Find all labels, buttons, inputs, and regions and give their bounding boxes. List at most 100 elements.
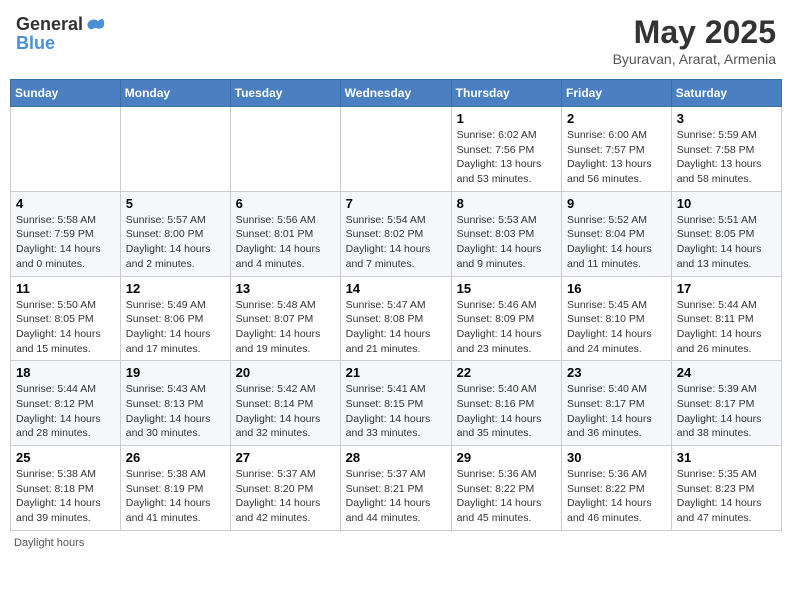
weekday-header-row: SundayMondayTuesdayWednesdayThursdayFrid…	[11, 80, 782, 107]
day-info: Sunrise: 5:44 AM Sunset: 8:12 PM Dayligh…	[16, 382, 115, 441]
day-number: 10	[677, 196, 776, 211]
day-info: Sunrise: 6:00 AM Sunset: 7:57 PM Dayligh…	[567, 128, 666, 187]
day-number: 5	[126, 196, 225, 211]
calendar-cell: 2 Sunrise: 6:00 AM Sunset: 7:57 PM Daylig…	[562, 107, 672, 192]
calendar-cell: 3Sunrise: 5:59 AM Sunset: 7:58 PM Daylig…	[671, 107, 781, 192]
logo-bird-icon	[85, 14, 105, 34]
calendar-cell	[11, 107, 121, 192]
day-number: 1	[457, 111, 556, 126]
calendar-cell	[340, 107, 451, 192]
day-info: Sunrise: 5:49 AM Sunset: 8:06 PM Dayligh…	[126, 298, 225, 357]
calendar-cell: 13 Sunrise: 5:48 AM Sunset: 8:07 PM Dayli…	[230, 276, 340, 361]
title-section: May 2025 Byuravan, Ararat, Armenia	[613, 14, 776, 67]
day-number: 9	[567, 196, 666, 211]
calendar-table: SundayMondayTuesdayWednesdayThursdayFrid…	[10, 79, 782, 531]
calendar-cell: 4 Sunrise: 5:58 AM Sunset: 7:59 PM Daylig…	[11, 191, 121, 276]
day-info: Sunrise: 5:59 AM Sunset: 7:58 PM Dayligh…	[677, 128, 776, 187]
day-number: 22	[457, 365, 556, 380]
day-number: 27	[236, 450, 335, 465]
calendar-cell: 8 Sunrise: 5:53 AM Sunset: 8:03 PM Daylig…	[451, 191, 561, 276]
day-number: 31	[677, 450, 776, 465]
calendar-cell: 19Sunrise: 5:43 AM Sunset: 8:13 PM Dayli…	[120, 361, 230, 446]
day-number: 30	[567, 450, 666, 465]
day-info: Sunrise: 5:51 AM Sunset: 8:05 PM Dayligh…	[677, 213, 776, 272]
day-number: 25	[16, 450, 115, 465]
calendar-cell: 5Sunrise: 5:57 AM Sunset: 8:00 PM Daylig…	[120, 191, 230, 276]
location-title: Byuravan, Ararat, Armenia	[613, 51, 776, 67]
calendar-cell: 15 Sunrise: 5:46 AM Sunset: 8:09 PM Dayli…	[451, 276, 561, 361]
day-number: 19	[126, 365, 225, 380]
day-info: Sunrise: 5:58 AM Sunset: 7:59 PM Dayligh…	[16, 213, 115, 272]
day-info: Sunrise: 5:52 AM Sunset: 8:04 PM Dayligh…	[567, 213, 666, 272]
day-info: Sunrise: 5:46 AM Sunset: 8:09 PM Dayligh…	[457, 298, 556, 357]
weekday-header-cell: Friday	[562, 80, 672, 107]
logo-general: General	[16, 15, 83, 33]
day-info: Sunrise: 5:39 AM Sunset: 8:17 PM Dayligh…	[677, 382, 776, 441]
day-info: Sunrise: 6:02 AM Sunset: 7:56 PM Dayligh…	[457, 128, 556, 187]
day-info: Sunrise: 5:56 AM Sunset: 8:01 PM Dayligh…	[236, 213, 335, 272]
day-info: Sunrise: 5:44 AM Sunset: 8:11 PM Dayligh…	[677, 298, 776, 357]
day-info: Sunrise: 5:38 AM Sunset: 8:19 PM Dayligh…	[126, 467, 225, 526]
calendar-cell: 24 Sunrise: 5:39 AM Sunset: 8:17 PM Dayli…	[671, 361, 781, 446]
calendar-cell	[230, 107, 340, 192]
calendar-cell: 1 Sunrise: 6:02 AM Sunset: 7:56 PM Daylig…	[451, 107, 561, 192]
day-number: 17	[677, 281, 776, 296]
page-header: General Blue May 2025 Byuravan, Ararat, …	[10, 10, 782, 71]
weekday-header-cell: Sunday	[11, 80, 121, 107]
day-info: Sunrise: 5:53 AM Sunset: 8:03 PM Dayligh…	[457, 213, 556, 272]
day-number: 12	[126, 281, 225, 296]
day-number: 4	[16, 196, 115, 211]
calendar-week-row: 4 Sunrise: 5:58 AM Sunset: 7:59 PM Daylig…	[11, 191, 782, 276]
calendar-body: 1 Sunrise: 6:02 AM Sunset: 7:56 PM Daylig…	[11, 107, 782, 531]
weekday-header-cell: Monday	[120, 80, 230, 107]
day-info: Sunrise: 5:42 AM Sunset: 8:14 PM Dayligh…	[236, 382, 335, 441]
day-number: 15	[457, 281, 556, 296]
calendar-cell: 26Sunrise: 5:38 AM Sunset: 8:19 PM Dayli…	[120, 446, 230, 531]
calendar-cell	[120, 107, 230, 192]
month-title: May 2025	[613, 14, 776, 51]
calendar-cell: 17 Sunrise: 5:44 AM Sunset: 8:11 PM Dayli…	[671, 276, 781, 361]
day-number: 29	[457, 450, 556, 465]
calendar-cell: 9 Sunrise: 5:52 AM Sunset: 8:04 PM Daylig…	[562, 191, 672, 276]
calendar-cell: 11Sunrise: 5:50 AM Sunset: 8:05 PM Dayli…	[11, 276, 121, 361]
logo-blue: Blue	[16, 33, 55, 53]
day-number: 24	[677, 365, 776, 380]
day-number: 6	[236, 196, 335, 211]
day-info: Sunrise: 5:37 AM Sunset: 8:20 PM Dayligh…	[236, 467, 335, 526]
day-info: Sunrise: 5:40 AM Sunset: 8:17 PM Dayligh…	[567, 382, 666, 441]
weekday-header-cell: Thursday	[451, 80, 561, 107]
calendar-cell: 7 Sunrise: 5:54 AM Sunset: 8:02 PM Daylig…	[340, 191, 451, 276]
day-number: 16	[567, 281, 666, 296]
day-info: Sunrise: 5:47 AM Sunset: 8:08 PM Dayligh…	[346, 298, 446, 357]
calendar-cell: 22Sunrise: 5:40 AM Sunset: 8:16 PM Dayli…	[451, 361, 561, 446]
day-number: 23	[567, 365, 666, 380]
day-info: Sunrise: 5:54 AM Sunset: 8:02 PM Dayligh…	[346, 213, 446, 272]
day-info: Sunrise: 5:37 AM Sunset: 8:21 PM Dayligh…	[346, 467, 446, 526]
calendar-cell: 12 Sunrise: 5:49 AM Sunset: 8:06 PM Dayli…	[120, 276, 230, 361]
day-info: Sunrise: 5:50 AM Sunset: 8:05 PM Dayligh…	[16, 298, 115, 357]
calendar-cell: 21 Sunrise: 5:41 AM Sunset: 8:15 PM Dayli…	[340, 361, 451, 446]
weekday-header-cell: Saturday	[671, 80, 781, 107]
day-info: Sunrise: 5:41 AM Sunset: 8:15 PM Dayligh…	[346, 382, 446, 441]
day-number: 14	[346, 281, 446, 296]
day-number: 2	[567, 111, 666, 126]
logo: General Blue	[16, 14, 105, 54]
calendar-week-row: 25 Sunrise: 5:38 AM Sunset: 8:18 PM Dayli…	[11, 446, 782, 531]
day-info: Sunrise: 5:45 AM Sunset: 8:10 PM Dayligh…	[567, 298, 666, 357]
day-number: 7	[346, 196, 446, 211]
calendar-cell: 18Sunrise: 5:44 AM Sunset: 8:12 PM Dayli…	[11, 361, 121, 446]
calendar-cell: 30 Sunrise: 5:36 AM Sunset: 8:22 PM Dayli…	[562, 446, 672, 531]
day-info: Sunrise: 5:36 AM Sunset: 8:22 PM Dayligh…	[567, 467, 666, 526]
day-info: Sunrise: 5:38 AM Sunset: 8:18 PM Dayligh…	[16, 467, 115, 526]
day-number: 28	[346, 450, 446, 465]
calendar-cell: 28 Sunrise: 5:37 AM Sunset: 8:21 PM Dayli…	[340, 446, 451, 531]
calendar-cell: 29Sunrise: 5:36 AM Sunset: 8:22 PM Dayli…	[451, 446, 561, 531]
calendar-week-row: 1 Sunrise: 6:02 AM Sunset: 7:56 PM Daylig…	[11, 107, 782, 192]
day-number: 21	[346, 365, 446, 380]
day-number: 8	[457, 196, 556, 211]
day-info: Sunrise: 5:48 AM Sunset: 8:07 PM Dayligh…	[236, 298, 335, 357]
calendar-cell: 27 Sunrise: 5:37 AM Sunset: 8:20 PM Dayli…	[230, 446, 340, 531]
calendar-week-row: 11Sunrise: 5:50 AM Sunset: 8:05 PM Dayli…	[11, 276, 782, 361]
day-info: Sunrise: 5:35 AM Sunset: 8:23 PM Dayligh…	[677, 467, 776, 526]
day-number: 13	[236, 281, 335, 296]
